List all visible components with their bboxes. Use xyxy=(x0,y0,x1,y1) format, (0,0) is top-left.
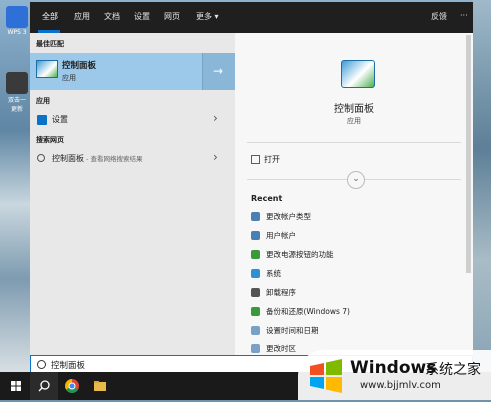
users-icon xyxy=(251,212,260,221)
control-panel-icon xyxy=(36,60,58,78)
best-match-type: 应用 xyxy=(62,74,76,82)
tab-documents[interactable]: 文档 xyxy=(104,11,120,22)
chevron-down-icon[interactable]: ⌄ xyxy=(347,171,365,189)
scrollbar[interactable] xyxy=(466,35,471,273)
windows-logo-icon xyxy=(11,381,21,391)
preview-subtitle: 应用 xyxy=(347,117,361,125)
gear-icon xyxy=(37,115,47,125)
start-button[interactable] xyxy=(2,372,30,400)
recent-item-label: 更改时区 xyxy=(266,344,296,353)
best-match-name: 控制面板 xyxy=(62,61,97,71)
recent-item-label: 卸载程序 xyxy=(266,288,296,297)
recent-item-label: 备份和还原(Windows 7) xyxy=(266,307,350,316)
desktop-icon-label: 双击一 xyxy=(7,97,26,104)
taskbar-chrome[interactable] xyxy=(58,372,86,400)
users-icon xyxy=(251,231,260,240)
preview-pane: 控制面板 应用 打开 ⌄ Recent 更改帐户类型 用户帐户 更改电源按钮的功… xyxy=(235,33,473,355)
start-search-panel: 全部 应用 文档 设置 网页 更多 ▾ 反馈 ··· 最佳匹配 控制面板 应用 … xyxy=(30,2,473,374)
desktop-edge xyxy=(472,0,491,372)
desktop-icon-wps[interactable]: WPS 3 xyxy=(2,6,32,36)
uninstall-icon xyxy=(251,288,260,297)
watermark-cn: 系统之家 xyxy=(425,362,481,378)
watermark-brand: Windows xyxy=(350,358,437,378)
apps-header: 应用 xyxy=(36,97,50,105)
web-search-hint: - 查看网络搜索结果 xyxy=(84,155,143,163)
web-search-row[interactable]: 控制面板 - 查看网络搜索结果 › xyxy=(30,150,235,168)
open-icon xyxy=(251,155,260,164)
tab-settings[interactable]: 设置 xyxy=(134,11,150,22)
desktop-icon-label: WPS 3 xyxy=(7,29,27,36)
app-label: 设置 xyxy=(52,115,68,124)
watermark: Windows 系统之家 www.bjjmlv.com xyxy=(298,350,491,400)
chrome-icon xyxy=(65,379,79,393)
search-icon xyxy=(37,360,46,369)
feedback-button[interactable]: 反馈 xyxy=(431,11,447,22)
clock-icon xyxy=(251,326,260,335)
desktop-icon-label: 更新 xyxy=(10,106,23,113)
recent-item-label: 设置时间和日期 xyxy=(266,326,319,335)
recent-item-label: 用户帐户 xyxy=(266,231,296,240)
search-icon xyxy=(37,154,45,162)
web-search-text: 控制面板 - 查看网络搜索结果 xyxy=(52,153,142,164)
preview-title: 控制面板 xyxy=(334,104,374,115)
tab-more[interactable]: 更多 ▾ xyxy=(196,11,219,22)
backup-icon xyxy=(251,307,260,316)
folder-icon xyxy=(94,381,106,391)
search-icon xyxy=(38,380,50,392)
desktop-icon-shortcut[interactable]: 双击一 更新 xyxy=(2,72,32,113)
results-list: 最佳匹配 控制面板 应用 → 应用 设置 › 搜索网页 控制面板 - 查看网络搜… xyxy=(30,33,236,355)
more-options-button[interactable]: ··· xyxy=(460,11,468,20)
taskbar-file-explorer[interactable] xyxy=(86,372,114,400)
tab-all[interactable]: 全部 xyxy=(42,11,58,22)
tab-apps[interactable]: 应用 xyxy=(74,11,90,22)
shortcut-icon xyxy=(6,72,28,94)
power-icon xyxy=(251,250,260,259)
web-header: 搜索网页 xyxy=(36,136,64,144)
arrow-right-icon: → xyxy=(213,64,224,78)
clock-icon xyxy=(251,344,260,353)
recent-item-label: 系统 xyxy=(266,269,281,278)
monitor-icon xyxy=(251,269,260,278)
web-search-term: 控制面板 xyxy=(52,154,84,163)
taskbar-search-button[interactable] xyxy=(30,372,58,400)
search-filter-bar: 全部 应用 文档 设置 网页 更多 ▾ 反馈 ··· xyxy=(30,2,473,33)
open-label: 打开 xyxy=(264,155,280,164)
search-input[interactable]: 控制面板 xyxy=(51,359,85,371)
recent-item-label: 更改帐户类型 xyxy=(266,212,311,221)
wps-icon xyxy=(6,6,28,28)
recent-item-label: 更改电源按钮的功能 xyxy=(266,250,334,259)
best-match-header: 最佳匹配 xyxy=(36,40,64,48)
control-panel-icon xyxy=(341,60,375,88)
chevron-right-icon[interactable]: › xyxy=(213,150,218,164)
watermark-logo-icon xyxy=(310,359,342,393)
tab-web[interactable]: 网页 xyxy=(164,11,180,22)
watermark-url: www.bjjmlv.com xyxy=(360,380,441,391)
chevron-right-icon[interactable]: › xyxy=(213,111,218,125)
settings-app-row[interactable]: 设置 › xyxy=(30,111,235,129)
recent-header: Recent xyxy=(251,194,283,203)
open-arrow-button[interactable]: → xyxy=(202,53,236,90)
divider xyxy=(247,142,461,143)
